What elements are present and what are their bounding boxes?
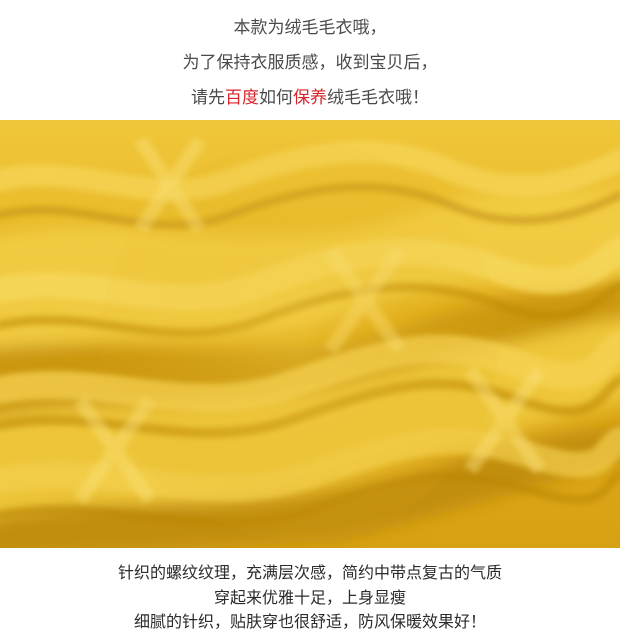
caption-line-1: 本款为绒毛毛衣哦，: [233, 18, 387, 38]
caption-line-3: 请先百度如何保养绒毛毛衣哦！: [0, 87, 620, 109]
knit-texture-image: [0, 120, 620, 548]
bottom-caption: 针织的螺纹纹理，充满层次感，简约中带点复古的气质 穿起来优雅十足，上身显瘦 细腻…: [0, 548, 620, 643]
highlight-care: 保养: [293, 88, 327, 108]
description-line-3: 细腻的针织，贴肤穿也很舒适，防风保暖效果好！: [133, 612, 486, 631]
description-line-2: 穿起来优雅十足，上身显瘦: [213, 588, 406, 607]
knit-sweater-photo: [0, 120, 620, 548]
caption-line-2: 为了保持衣服质感，收到宝贝后，: [182, 53, 438, 73]
caption-line-3-part-3: 绒毛毛衣哦！: [327, 88, 429, 108]
caption-line-3-part-1: 请先: [191, 88, 225, 108]
caption-line-3-part-2: 如何: [259, 88, 293, 108]
highlight-baidu: 百度: [225, 88, 259, 108]
top-caption: 本款为绒毛毛衣哦， 为了保持衣服质感，收到宝贝后， 请先百度如何保养绒毛毛衣哦！: [0, 0, 620, 120]
description-line-1: 针织的螺纹纹理，充满层次感，简约中带点复古的气质: [117, 563, 502, 582]
